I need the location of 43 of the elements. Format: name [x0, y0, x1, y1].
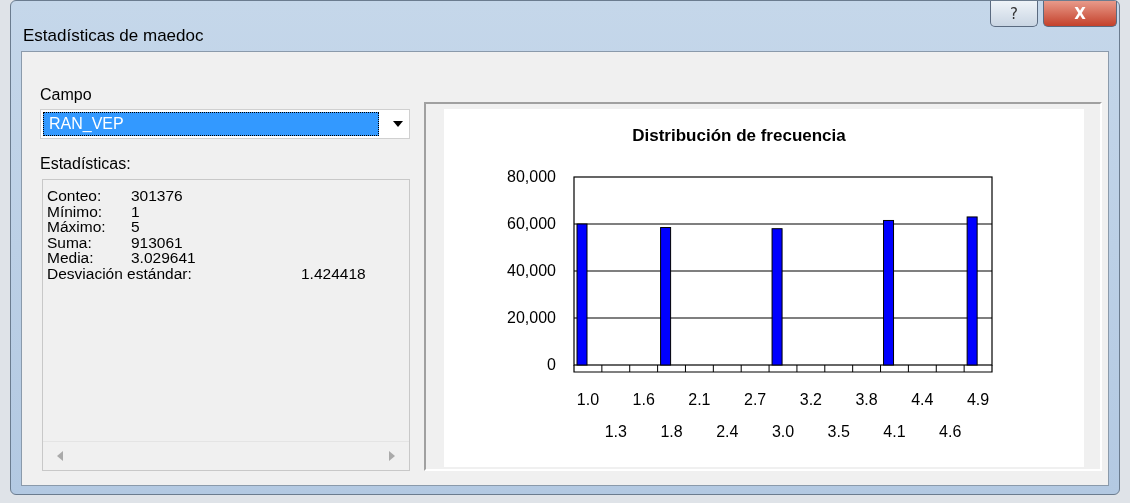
y-axis-label: 40,000 — [507, 262, 556, 279]
scroll-left-icon[interactable] — [57, 451, 63, 461]
statistic-label: Desviación estándar: — [47, 265, 193, 281]
x-axis-label: 3.5 — [827, 423, 850, 440]
y-axis-label: 60,000 — [507, 215, 556, 232]
statistic-label: Máximo: — [47, 219, 107, 235]
x-axis-label: 1.0 — [576, 391, 600, 408]
x-axis-label: 4.4 — [911, 391, 934, 408]
statistic-value: 913061 — [131, 234, 183, 250]
x-axis-label: 3.0 — [771, 423, 795, 440]
statistic-label: Media: — [47, 250, 95, 266]
field-label: Campo — [40, 86, 93, 104]
statistic-value: 5 — [131, 219, 140, 235]
x-axis-label: 2.4 — [716, 423, 739, 440]
x-axis-label: 1.3 — [604, 423, 627, 440]
statistic-value: 1 — [131, 203, 140, 219]
scroll-right-icon[interactable] — [389, 451, 395, 461]
x-axis-label: 2.1 — [688, 391, 711, 408]
x-axis-label: 4.1 — [883, 423, 906, 440]
statistics-label: Estadísticas: — [40, 155, 132, 173]
y-axis-label: 20,000 — [507, 309, 556, 326]
help-button[interactable]: ? — [990, 1, 1038, 27]
x-axis-label: 3.8 — [855, 391, 878, 408]
statistic-value: 301376 — [131, 188, 183, 204]
close-button[interactable]: X — [1043, 1, 1117, 27]
x-axis-label: 4.6 — [939, 423, 962, 440]
chart-title: Distribución de frecuencia — [632, 126, 846, 145]
x-axis-label: 4.9 — [966, 391, 990, 408]
y-axis-label: 0 — [547, 356, 556, 373]
statistic-value: 1.424418 — [301, 265, 366, 281]
statistic-label: Suma: — [47, 234, 93, 250]
x-axis-label: 1.6 — [632, 391, 655, 408]
statistic-label: Conteo: — [47, 188, 103, 204]
x-axis-label: 1.8 — [660, 423, 683, 440]
statistic-value: 3.029641 — [131, 250, 196, 266]
x-axis-label: 3.2 — [799, 391, 822, 408]
y-axis-label: 80,000 — [507, 168, 556, 185]
x-axis-label: 2.7 — [744, 391, 767, 408]
statistic-label: Mínimo: — [47, 203, 104, 219]
field-dropdown[interactable]: RAN_VEP — [40, 109, 410, 139]
caret-icon — [393, 121, 403, 127]
dropdown-value: RAN_VEP — [43, 112, 379, 136]
window-title: Estadísticas de maedoc — [23, 26, 204, 46]
